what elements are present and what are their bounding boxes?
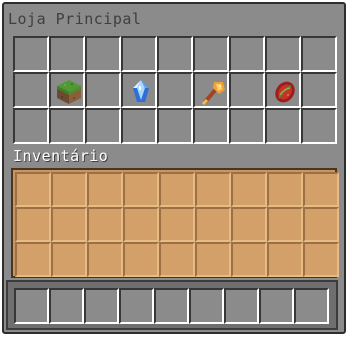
inventory-slot[interactable] [195, 242, 231, 277]
shop-slot[interactable] [229, 36, 265, 72]
shop-slot[interactable] [301, 108, 337, 144]
shop-slot[interactable] [85, 36, 121, 72]
hotbar-slot[interactable] [119, 288, 154, 324]
inventory-slot[interactable] [159, 242, 195, 277]
inventory-slot[interactable] [195, 207, 231, 242]
shop-slot-golden-axe[interactable] [193, 72, 229, 108]
inventory-slot[interactable] [87, 242, 123, 277]
shop-slot[interactable] [301, 36, 337, 72]
shop-slot[interactable] [85, 108, 121, 144]
shop-slot[interactable] [13, 108, 49, 144]
inventory-slot[interactable] [231, 207, 267, 242]
hotbar-slot[interactable] [14, 288, 49, 324]
inventory-slot[interactable] [159, 207, 195, 242]
shop-slot[interactable] [157, 72, 193, 108]
inventory-title: Inventário [13, 147, 109, 165]
grass-block-icon [57, 80, 81, 104]
shop-title: Loja Principal [8, 10, 142, 28]
hotbar-slot[interactable] [224, 288, 259, 324]
inventory-slot[interactable] [267, 207, 303, 242]
inventory-grid [15, 172, 339, 277]
shop-grid [13, 36, 337, 144]
red-seed-icon [275, 81, 295, 103]
inventory-slot[interactable] [87, 172, 123, 207]
inventory-slot[interactable] [51, 207, 87, 242]
inventory-slot[interactable] [123, 207, 159, 242]
inventory-slot[interactable] [303, 207, 339, 242]
diamond-gem-icon [133, 80, 149, 102]
inventory-slot[interactable] [195, 172, 231, 207]
shop-slot[interactable] [157, 108, 193, 144]
shop-slot[interactable] [265, 36, 301, 72]
inventory-slot[interactable] [231, 242, 267, 277]
hotbar-slot[interactable] [84, 288, 119, 324]
shop-slot[interactable] [13, 72, 49, 108]
inventory-slot[interactable] [303, 242, 339, 277]
inventory-slot[interactable] [15, 172, 51, 207]
inventory-slot[interactable] [123, 242, 159, 277]
shop-slot[interactable] [193, 108, 229, 144]
inventory-slot[interactable] [303, 172, 339, 207]
inventory-slot[interactable] [15, 242, 51, 277]
inventory-area [11, 168, 339, 278]
inventory-slot[interactable] [231, 172, 267, 207]
hotbar-slot[interactable] [259, 288, 294, 324]
shop-slot[interactable] [229, 72, 265, 108]
shop-slot[interactable] [229, 108, 265, 144]
shop-slot[interactable] [85, 72, 121, 108]
shop-slot[interactable] [13, 36, 49, 72]
golden-axe-icon [201, 82, 225, 106]
inventory-slot[interactable] [51, 242, 87, 277]
hotbar [6, 280, 338, 330]
shop-slot-grass-block[interactable] [49, 72, 85, 108]
hotbar-slot[interactable] [154, 288, 189, 324]
shop-slot[interactable] [49, 108, 85, 144]
shop-slot[interactable] [157, 36, 193, 72]
hotbar-slot[interactable] [294, 288, 329, 324]
shop-slot-diamond-gem[interactable] [121, 72, 157, 108]
hotbar-grid [14, 288, 329, 324]
inventory-slot[interactable] [123, 172, 159, 207]
hotbar-slot[interactable] [49, 288, 84, 324]
inventory-slot[interactable] [267, 172, 303, 207]
shop-slot[interactable] [49, 36, 85, 72]
shop-slot[interactable] [193, 36, 229, 72]
inventory-slot[interactable] [267, 242, 303, 277]
inventory-slot[interactable] [15, 207, 51, 242]
shop-slot[interactable] [265, 108, 301, 144]
hotbar-slot[interactable] [189, 288, 224, 324]
inventory-slot[interactable] [159, 172, 195, 207]
shop-slot[interactable] [121, 108, 157, 144]
inventory-slot[interactable] [51, 172, 87, 207]
inventory-slot[interactable] [87, 207, 123, 242]
shop-slot[interactable] [121, 36, 157, 72]
shop-slot-red-seed[interactable] [265, 72, 301, 108]
shop-slot[interactable] [301, 72, 337, 108]
